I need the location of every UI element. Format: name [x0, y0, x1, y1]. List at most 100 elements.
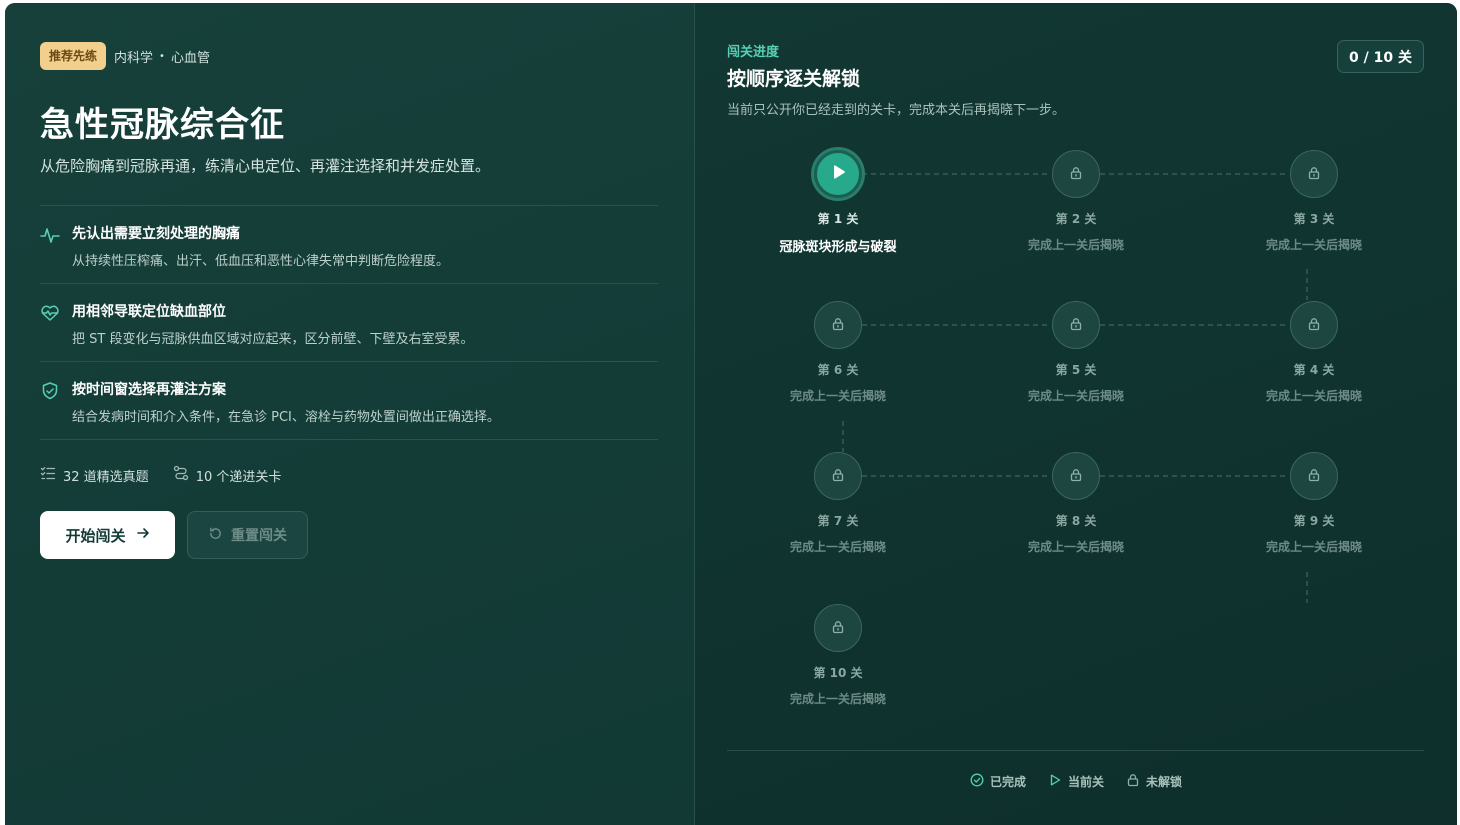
- question-count-label: 32 道精选真题: [63, 469, 149, 485]
- legend-locked-label: 未解锁: [1146, 775, 1183, 789]
- level-circle: [814, 301, 862, 349]
- reset-icon: [208, 526, 223, 544]
- level-label: 第 3 关: [1293, 212, 1335, 226]
- level-circle: [1052, 301, 1100, 349]
- play-icon: [829, 163, 847, 185]
- level-circle: [1290, 452, 1338, 500]
- category-breadcrumb: 内科学 • 心血管: [114, 47, 210, 66]
- checklist-icon: [40, 465, 56, 485]
- level-label: 第 10 关: [813, 666, 863, 680]
- level-node-8: 第 8 关 完成上一关后揭晓: [1001, 452, 1151, 555]
- legend-done-label: 已完成: [989, 775, 1026, 789]
- level-name: 完成上一关后揭晓: [1027, 238, 1124, 252]
- question-count: 32 道精选真题: [40, 465, 149, 485]
- level-label: 第 5 关: [1055, 363, 1097, 377]
- level-node-6: 第 6 关 完成上一关后揭晓: [763, 301, 913, 404]
- lock-icon: [1307, 467, 1321, 486]
- feature-title: 按时间窗选择再灌注方案: [72, 382, 226, 398]
- lock-icon: [831, 316, 845, 335]
- level-count: 10 个递进关卡: [173, 465, 282, 485]
- level-circle: [1290, 150, 1338, 198]
- progress-legend: 已完成 当前关 未解锁: [695, 773, 1457, 790]
- lock-icon: [1069, 467, 1083, 486]
- level-circle: [1290, 301, 1338, 349]
- lock-icon: [1126, 773, 1140, 790]
- heart-pulse-icon: [40, 301, 72, 361]
- level-node-1[interactable]: 第 1 关 冠脉斑块形成与破裂: [763, 150, 913, 255]
- level-name: 完成上一关后揭晓: [1265, 389, 1362, 403]
- level-label: 第 7 关: [817, 514, 859, 528]
- feature-list: 先认出需要立刻处理的胸痛 从持续性压榨痛、出汗、低血压和恶性心律失常中判断危险程…: [40, 205, 658, 440]
- lock-icon: [1069, 316, 1083, 335]
- course-card: 推荐先练 内科学 • 心血管 急性冠脉综合征 从危险胸痛到冠脉再通，练清心电定位…: [5, 3, 1457, 825]
- specialty-label: 心血管: [170, 50, 210, 66]
- breadcrumb-separator: •: [159, 50, 165, 62]
- level-label: 第 8 关: [1055, 514, 1097, 528]
- course-title: 急性冠脉综合征: [40, 105, 285, 145]
- play-outline-icon: [1048, 773, 1062, 790]
- level-name: 完成上一关后揭晓: [789, 389, 886, 403]
- level-label: 第 9 关: [1293, 514, 1335, 528]
- recommended-badge: 推荐先练: [40, 42, 107, 70]
- level-node-2: 第 2 关 完成上一关后揭晓: [1001, 150, 1151, 253]
- level-map: 第 1 关 冠脉斑块形成与破裂 第 2 关 完成上一关后揭晓 第 3 关 完成上…: [695, 3, 1457, 743]
- legend-done: 已完成: [970, 773, 1026, 790]
- level-node-10: 第 10 关 完成上一关后揭晓: [763, 604, 913, 707]
- level-node-5: 第 5 关 完成上一关后揭晓: [1001, 301, 1151, 404]
- lock-icon: [1307, 316, 1321, 335]
- feature-desc: 从持续性压榨痛、出汗、低血压和恶性心律失常中判断危险程度。: [72, 254, 450, 269]
- reset-challenge-button[interactable]: 重置闯关: [187, 511, 308, 559]
- level-node-9: 第 9 关 完成上一关后揭晓: [1239, 452, 1389, 555]
- level-circle: [814, 604, 862, 652]
- feature-item: 按时间窗选择再灌注方案 结合发病时间和介入条件，在急诊 PCI、溶栓与药物处置间…: [40, 362, 658, 440]
- level-name: 冠脉斑块形成与破裂: [779, 240, 897, 255]
- shield-check-icon: [40, 379, 72, 439]
- level-progress-panel: 闯关进度 按顺序逐关解锁 当前只公开你已经走到的关卡，完成本关后再揭晓下一步。 …: [695, 3, 1457, 825]
- level-name: 完成上一关后揭晓: [1027, 540, 1124, 554]
- legend-divider: [727, 750, 1424, 751]
- pulse-icon: [40, 223, 72, 283]
- feature-item: 用相邻导联定位缺血部位 把 ST 段变化与冠脉供血区域对应起来，区分前壁、下壁及…: [40, 284, 658, 362]
- level-circle: [814, 150, 862, 198]
- lock-icon: [831, 619, 845, 638]
- feature-desc: 把 ST 段变化与冠脉供血区域对应起来，区分前壁、下壁及右室受累。: [72, 332, 474, 347]
- level-count-label: 10 个递进关卡: [195, 469, 282, 485]
- feature-title: 用相邻导联定位缺血部位: [72, 304, 226, 320]
- level-label: 第 4 关: [1293, 363, 1335, 377]
- feature-item: 先认出需要立刻处理的胸痛 从持续性压榨痛、出汗、低血压和恶性心律失常中判断危险程…: [40, 206, 658, 284]
- start-challenge-label: 开始闯关: [65, 527, 126, 545]
- lock-icon: [1307, 165, 1321, 184]
- feature-desc: 结合发病时间和介入条件，在急诊 PCI、溶栓与药物处置间做出正确选择。: [72, 410, 500, 425]
- level-node-7: 第 7 关 完成上一关后揭晓: [763, 452, 913, 555]
- course-overview-panel: 推荐先练 内科学 • 心血管 急性冠脉综合征 从危险胸痛到冠脉再通，练清心电定位…: [5, 3, 695, 825]
- legend-locked: 未解锁: [1126, 773, 1182, 790]
- department-label: 内科学: [114, 50, 154, 66]
- course-subtitle: 从危险胸痛到冠脉再通，练清心电定位、再灌注选择和并发症处置。: [40, 157, 491, 175]
- route-icon: [173, 465, 189, 485]
- level-circle: [1052, 452, 1100, 500]
- feature-title: 先认出需要立刻处理的胸痛: [72, 226, 240, 242]
- level-name: 完成上一关后揭晓: [1027, 389, 1124, 403]
- level-label: 第 2 关: [1055, 212, 1097, 226]
- level-node-3: 第 3 关 完成上一关后揭晓: [1239, 150, 1389, 253]
- lock-icon: [1069, 165, 1083, 184]
- level-name: 完成上一关后揭晓: [789, 692, 886, 706]
- level-node-4: 第 4 关 完成上一关后揭晓: [1239, 301, 1389, 404]
- reset-challenge-label: 重置闯关: [231, 527, 287, 543]
- level-label: 第 1 关: [817, 212, 859, 226]
- level-name: 完成上一关后揭晓: [1265, 540, 1362, 554]
- level-circle: [814, 452, 862, 500]
- legend-current: 当前关: [1048, 773, 1104, 790]
- check-circle-icon: [970, 773, 984, 790]
- level-label: 第 6 关: [817, 363, 859, 377]
- level-circle: [1052, 150, 1100, 198]
- course-stats: 32 道精选真题 10 个递进关卡: [40, 465, 281, 485]
- arrow-right-icon: [136, 526, 150, 544]
- legend-current-label: 当前关: [1067, 775, 1104, 789]
- level-name: 完成上一关后揭晓: [789, 540, 886, 554]
- tag-row: 推荐先练 内科学 • 心血管: [40, 42, 210, 70]
- lock-icon: [831, 467, 845, 486]
- action-buttons: 开始闯关 重置闯关: [40, 511, 308, 559]
- level-name: 完成上一关后揭晓: [1265, 238, 1362, 252]
- start-challenge-button[interactable]: 开始闯关: [40, 511, 175, 559]
